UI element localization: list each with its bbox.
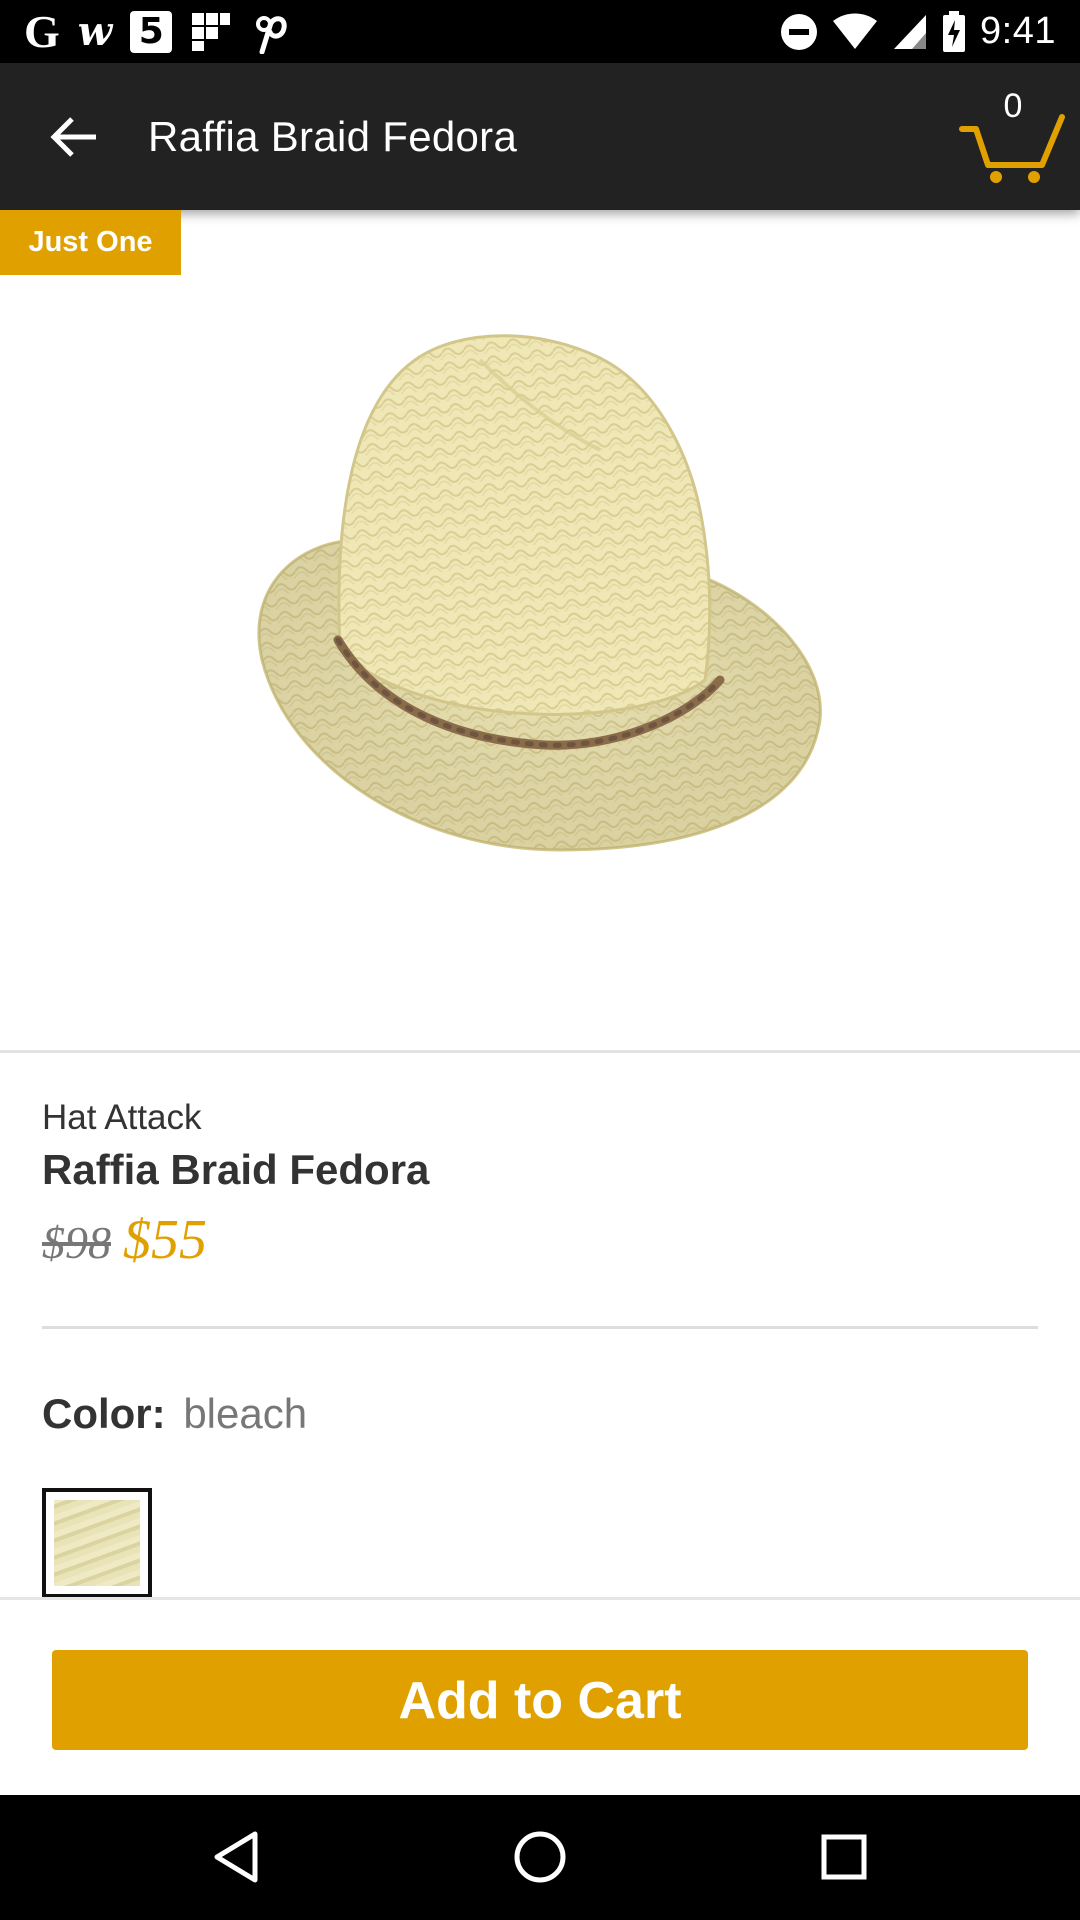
hat-crown [337, 334, 712, 716]
details-divider [42, 1326, 1038, 1329]
back-triangle-icon [214, 1831, 258, 1883]
flipboard-icon [190, 11, 232, 53]
swatch-texture [54, 1500, 140, 1586]
nav-back-button[interactable] [196, 1817, 276, 1897]
channel5-icon: 5 [130, 10, 173, 53]
brand-name: Hat Attack [42, 1098, 202, 1137]
color-value: bleach [183, 1390, 308, 1437]
back-arrow-icon [50, 117, 96, 157]
product-image[interactable] [0, 210, 1080, 1050]
recents-square-icon [821, 1834, 867, 1880]
do-not-disturb-icon [780, 13, 818, 51]
google-icon: G [24, 5, 60, 57]
product-name: Raffia Braid Fedora [42, 1146, 430, 1193]
color-swatch-bleach[interactable] [42, 1488, 152, 1598]
notification-icons: G w 5 [24, 0, 290, 63]
pinterest-icon [250, 10, 290, 54]
price-row: $98 $55 [42, 1208, 207, 1271]
color-label: Color: [42, 1390, 166, 1437]
system-icons: 9:41 [780, 0, 1056, 63]
clock: 9:41 [980, 10, 1056, 52]
system-nav-bar [0, 1795, 1080, 1920]
original-price: $98 [42, 1217, 111, 1268]
color-row: Color: bleach [42, 1390, 307, 1438]
back-button[interactable] [40, 103, 108, 171]
nav-home-button[interactable] [500, 1817, 580, 1897]
wattpad-icon: w [77, 7, 113, 55]
home-circle-icon [514, 1831, 566, 1883]
wifi-icon [832, 13, 878, 51]
product-detail-screen: G w 5 9:41 Raffia Braid Fedora 0 Just On… [0, 0, 1080, 1920]
just-one-badge: Just One [0, 210, 181, 275]
page-title: Raffia Braid Fedora [148, 113, 518, 160]
cart-icon [959, 114, 1065, 183]
image-divider [0, 1050, 1080, 1053]
nav-recents-button[interactable] [804, 1817, 884, 1897]
status-bar: G w 5 9:41 [0, 0, 1080, 63]
cell-signal-icon [892, 13, 928, 51]
battery-charging-icon [942, 10, 966, 53]
add-to-cart-button[interactable]: Add to Cart [52, 1650, 1028, 1750]
action-area: Add to Cart [0, 1597, 1080, 1795]
cart-button[interactable]: 0 [958, 85, 1068, 195]
sale-price: $55 [123, 1209, 207, 1271]
app-bar: Raffia Braid Fedora 0 [0, 63, 1080, 210]
